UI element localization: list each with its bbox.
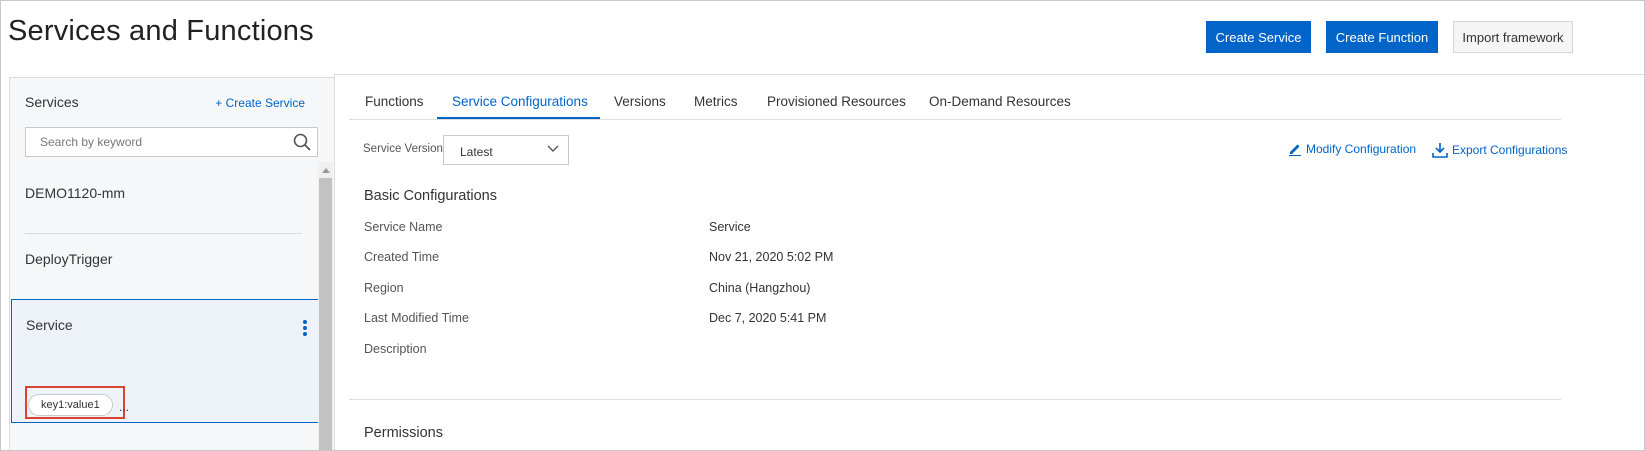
search-box bbox=[25, 127, 318, 157]
tab-service-configurations[interactable]: Service Configurations bbox=[452, 94, 588, 109]
scroll-up-icon[interactable] bbox=[322, 168, 330, 173]
created-time-label: Created Time bbox=[364, 250, 440, 264]
sidebar-title: Services bbox=[25, 94, 79, 110]
description-label: Description bbox=[364, 342, 427, 356]
service-name: DeployTrigger bbox=[25, 251, 113, 267]
service-list-item[interactable]: DEMO1120-mm bbox=[10, 168, 319, 234]
sidebar-scrollbar[interactable] bbox=[318, 162, 333, 450]
create-service-button[interactable]: Create Service bbox=[1206, 21, 1311, 53]
page-title: Services and Functions bbox=[8, 15, 314, 47]
service-name: DEMO1120-mm bbox=[25, 185, 126, 201]
import-framework-button[interactable]: Import framework bbox=[1453, 21, 1573, 53]
export-configurations-link[interactable]: Export Configurations bbox=[1432, 142, 1567, 158]
more-actions-icon[interactable] bbox=[303, 320, 307, 336]
service-name: Service bbox=[26, 317, 73, 333]
tab-functions[interactable]: Functions bbox=[365, 94, 424, 109]
last-modified-time-label: Last Modified Time bbox=[364, 311, 469, 325]
service-list-item-selected[interactable]: Service key1:value1 ... bbox=[11, 299, 320, 423]
chevron-down-icon bbox=[547, 145, 559, 152]
highlight-box bbox=[25, 386, 125, 419]
service-version-select[interactable]: Latest bbox=[443, 135, 569, 165]
last-modified-time-value: Dec 7, 2020 5:41 PM bbox=[709, 311, 827, 325]
section-divider bbox=[349, 399, 1561, 400]
services-sidebar: Services + Create Service DEMO1120-mm De… bbox=[9, 77, 335, 450]
tab-on-demand-resources[interactable]: On-Demand Resources bbox=[929, 94, 1071, 109]
service-list-item[interactable]: DeployTrigger bbox=[10, 234, 319, 300]
sidebar-create-service-link[interactable]: + Create Service bbox=[215, 96, 305, 110]
service-name-label: Service Name bbox=[364, 220, 443, 234]
create-function-button[interactable]: Create Function bbox=[1326, 21, 1438, 53]
created-time-value: Nov 21, 2020 5:02 PM bbox=[709, 250, 834, 264]
service-version-value: Latest bbox=[460, 145, 493, 159]
scroll-thumb[interactable] bbox=[319, 178, 332, 450]
more-tags-indicator[interactable]: ... bbox=[119, 400, 129, 414]
region-label: Region bbox=[364, 281, 404, 295]
active-tab-indicator bbox=[437, 117, 600, 119]
tab-metrics[interactable]: Metrics bbox=[694, 94, 738, 109]
modify-configuration-label: Modify Configuration bbox=[1306, 142, 1417, 156]
download-icon bbox=[1432, 143, 1448, 158]
edit-icon bbox=[1289, 144, 1301, 156]
permissions-section-title: Permissions bbox=[364, 425, 443, 441]
page: Services and Functions Create Service Cr… bbox=[0, 0, 1645, 451]
search-input[interactable] bbox=[26, 128, 276, 156]
region-value: China (Hangzhou) bbox=[709, 281, 811, 295]
basic-configurations-title: Basic Configurations bbox=[364, 188, 497, 204]
service-version-label: Service Version: bbox=[363, 143, 447, 155]
service-name-value: Service bbox=[709, 220, 751, 234]
service-detail-panel: Functions Service Configurations Version… bbox=[334, 74, 1644, 450]
tab-provisioned-resources[interactable]: Provisioned Resources bbox=[767, 94, 906, 109]
export-configurations-label: Export Configurations bbox=[1452, 143, 1568, 157]
tab-bar: Functions Service Configurations Version… bbox=[349, 75, 1561, 120]
search-icon[interactable] bbox=[293, 133, 311, 151]
tab-versions[interactable]: Versions bbox=[614, 94, 666, 109]
modify-configuration-link[interactable]: Modify Configuration bbox=[1288, 142, 1416, 156]
